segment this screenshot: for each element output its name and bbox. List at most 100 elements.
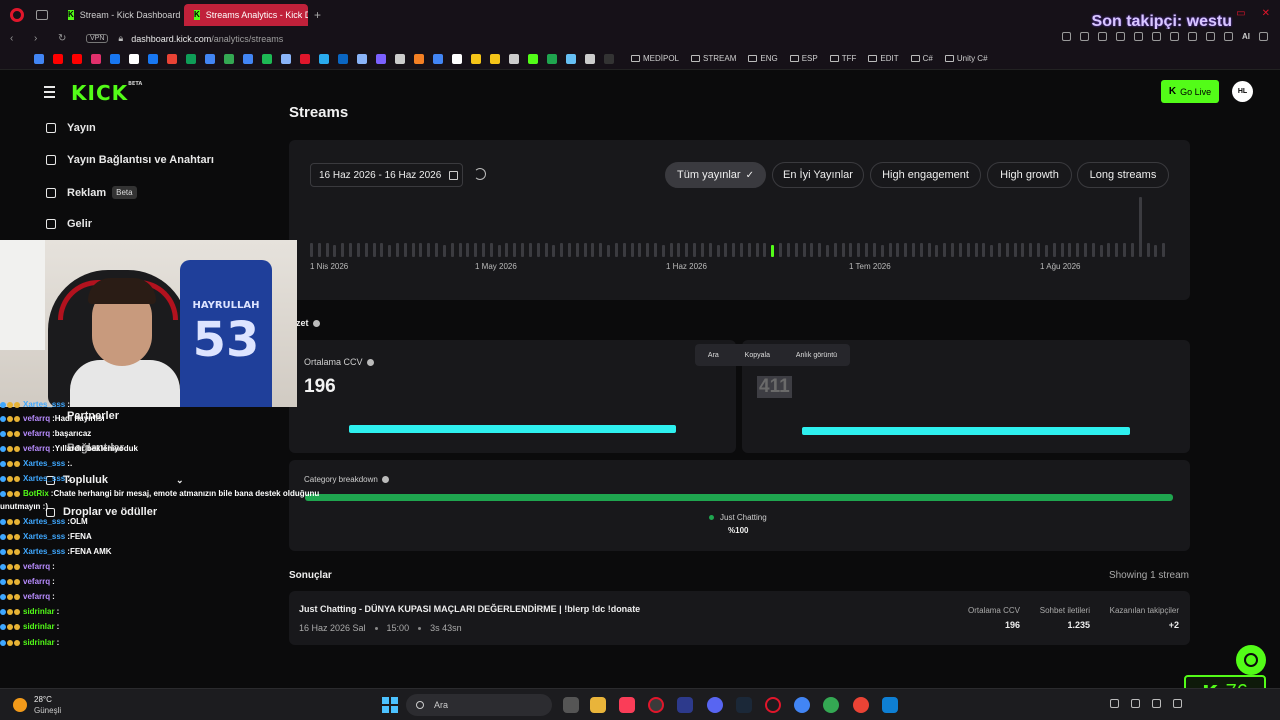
timeline-bar[interactable] — [709, 243, 712, 257]
bookmark-icon[interactable] — [300, 53, 310, 64]
timeline-bar[interactable] — [873, 243, 876, 257]
timeline-bar[interactable] — [779, 243, 782, 257]
category-bar[interactable] — [305, 494, 1173, 501]
sun-icon[interactable] — [13, 698, 27, 712]
extension-icon[interactable] — [1116, 32, 1125, 41]
timeline-bar[interactable] — [576, 243, 579, 257]
timeline-bar[interactable] — [1068, 243, 1071, 257]
extension-icon[interactable] — [1188, 32, 1197, 41]
opera-gx-icon[interactable] — [648, 697, 664, 713]
timeline-bar[interactable] — [928, 243, 931, 257]
sidebar-item-stream-key[interactable]: Yayın Bağlantısı ve Anahtarı — [46, 154, 216, 166]
windows-start-icon[interactable] — [382, 697, 398, 713]
timeline-bar[interactable] — [435, 243, 438, 257]
avatar[interactable]: HL — [1232, 81, 1253, 102]
timeline-bar[interactable] — [818, 243, 821, 257]
reload-icon[interactable]: ↻ — [58, 33, 72, 44]
sidebar-item-yayin[interactable]: Yayın — [46, 122, 96, 134]
url-field[interactable]: dashboard.kick.com/analytics/streams — [131, 34, 283, 44]
music-app-icon[interactable] — [619, 697, 635, 713]
bookmark-icon[interactable] — [224, 53, 234, 64]
bookmark-icon[interactable] — [528, 53, 538, 64]
steam-icon[interactable] — [736, 697, 752, 713]
timeline-bar[interactable] — [459, 243, 462, 257]
filter-all-streams[interactable]: Tüm yayınlar ✓ — [665, 162, 766, 188]
bookmark-icon[interactable] — [452, 53, 462, 64]
filter-high-engagement[interactable]: High engagement — [870, 162, 981, 188]
timeline-bar[interactable] — [912, 243, 915, 257]
bookmark-icon[interactable] — [72, 53, 82, 64]
timeline-bar[interactable] — [365, 243, 368, 257]
download-icon[interactable] — [1206, 32, 1215, 41]
timeline-bar[interactable] — [412, 243, 415, 257]
bookmark-icon[interactable] — [585, 53, 595, 64]
timeline-bar[interactable] — [787, 243, 790, 257]
timeline-bar[interactable] — [482, 243, 485, 257]
info-icon[interactable] — [381, 476, 389, 483]
timeline-bar[interactable] — [498, 245, 501, 257]
bookmark-icon[interactable] — [281, 53, 291, 64]
tab-streams-analytics[interactable]: K Streams Analytics - Kick D — [184, 3, 308, 26]
menu-icon[interactable] — [1259, 32, 1268, 41]
bookmark-icon[interactable] — [205, 53, 215, 64]
bookmark-icon[interactable] — [110, 53, 120, 64]
stream-timeline[interactable] — [310, 195, 1170, 261]
timeline-bar-selected[interactable] — [771, 245, 774, 257]
hamburger-menu-icon[interactable] — [44, 86, 55, 101]
filter-long-streams[interactable]: Long streams — [1077, 162, 1169, 188]
timeline-bar[interactable] — [998, 243, 1001, 257]
bookmark-icon[interactable] — [167, 53, 177, 64]
timeline-bar[interactable] — [1123, 243, 1126, 257]
bookmark-icon[interactable] — [262, 53, 272, 64]
timeline-bar[interactable] — [740, 243, 743, 257]
timeline-bar[interactable] — [685, 243, 688, 257]
timeline-bar[interactable] — [1037, 243, 1040, 257]
timeline-bar[interactable] — [701, 243, 704, 257]
timeline-bar[interactable] — [1162, 243, 1165, 257]
timeline-bar[interactable] — [1076, 243, 1079, 257]
refresh-icon[interactable] — [474, 168, 486, 180]
timeline-bar[interactable] — [591, 243, 594, 257]
timeline-bar[interactable] — [732, 243, 735, 257]
back-icon[interactable]: ‹ — [10, 33, 24, 44]
stat-value-selected[interactable]: 411 — [757, 376, 792, 398]
timeline-bar[interactable] — [341, 243, 344, 257]
discord-icon[interactable] — [707, 697, 723, 713]
network-icon[interactable] — [1173, 699, 1182, 708]
sidebar-item-reklam[interactable]: Reklam Beta — [46, 186, 137, 199]
extension-icon[interactable] — [1098, 32, 1107, 41]
bookmark-icon[interactable] — [53, 53, 63, 64]
timeline-bar[interactable] — [1139, 197, 1142, 257]
timeline-bar[interactable] — [1021, 243, 1024, 257]
timeline-bar[interactable] — [318, 243, 321, 257]
file-explorer-icon[interactable] — [590, 697, 606, 713]
timeline-bar[interactable] — [1115, 243, 1118, 257]
bookmark-icon[interactable] — [395, 53, 405, 64]
forward-icon[interactable]: › — [34, 33, 48, 44]
timeline-bar[interactable] — [333, 245, 336, 257]
timeline-bar[interactable] — [545, 243, 548, 257]
edge-icon[interactable] — [882, 697, 898, 713]
timeline-bar[interactable] — [357, 243, 360, 257]
timeline-bar[interactable] — [1084, 243, 1087, 257]
timeline-bar[interactable] — [865, 243, 868, 257]
timeline-bar[interactable] — [466, 243, 469, 257]
timeline-bar[interactable] — [693, 243, 696, 257]
timeline-bar[interactable] — [1154, 245, 1157, 257]
timeline-bar[interactable] — [842, 243, 845, 257]
chevron-up-icon[interactable] — [1110, 699, 1119, 708]
chrome-icon[interactable] — [794, 697, 810, 713]
timeline-bar[interactable] — [967, 243, 970, 257]
support-chat-button[interactable] — [1236, 645, 1266, 675]
timeline-bar[interactable] — [631, 243, 634, 257]
minimize-icon[interactable]: ▭ — [1236, 8, 1245, 19]
bookmark-icon[interactable] — [414, 53, 424, 64]
task-view-icon[interactable] — [563, 697, 579, 713]
copy-menu-item[interactable]: Kopyala — [745, 352, 770, 359]
timeline-bar[interactable] — [1131, 243, 1134, 257]
go-live-button[interactable]: K Go Live — [1161, 80, 1219, 103]
bookmark-folder[interactable]: TFF — [829, 54, 856, 63]
timeline-bar[interactable] — [920, 243, 923, 257]
microphone-icon[interactable] — [1152, 699, 1161, 708]
extension-icon[interactable] — [1170, 32, 1179, 41]
